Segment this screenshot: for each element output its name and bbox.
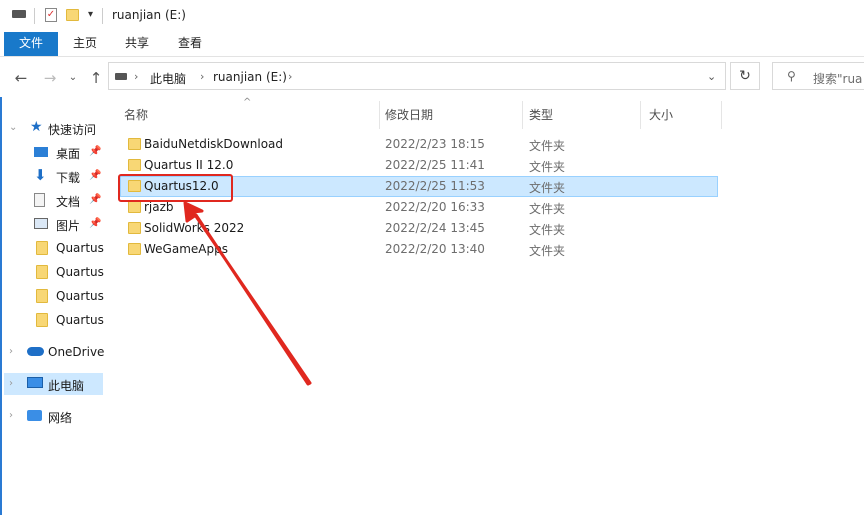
annotation-arrow: [183, 201, 312, 386]
annotation-arrow-shape: [183, 201, 312, 386]
